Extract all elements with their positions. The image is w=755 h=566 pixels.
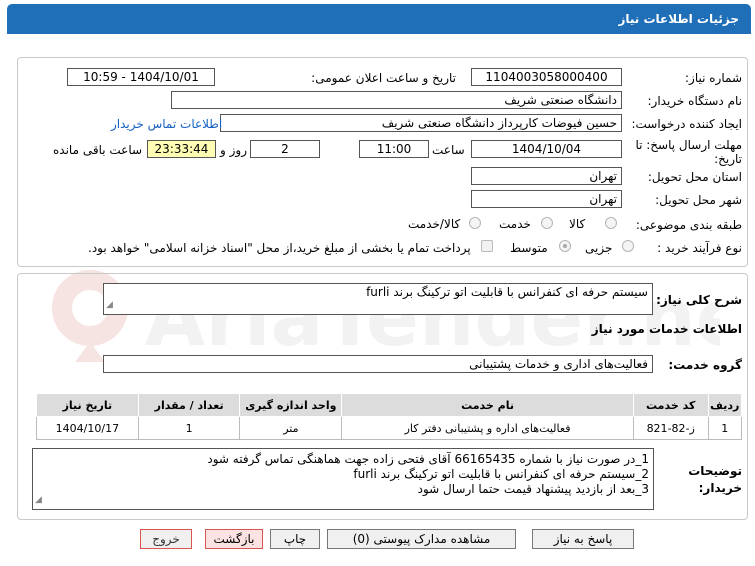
exit-button[interactable]: خروج — [140, 529, 192, 549]
time-remaining-field: 23:33:44 — [147, 140, 216, 158]
cell-service-name: فعالیت‌های اداره و پشتیبانی دفتر کار — [341, 416, 634, 440]
col-row: ردیف — [707, 393, 743, 417]
deadline-time-field: 11:00 — [359, 140, 429, 158]
deadline-label: مهلت ارسال پاسخ: تا تاریخ: — [635, 138, 742, 166]
process-medium-radio[interactable] — [559, 240, 571, 252]
summary-label: شرح کلی نیاز: — [656, 293, 742, 307]
summary-field: سیستم حرفه ای کنفرانس با قابلیت اتو ترکی… — [103, 283, 653, 315]
buyer-org-field: دانشگاه صنعتی شریف — [171, 91, 622, 109]
city-label: شهر محل تحویل: — [655, 193, 742, 207]
process-medium-label: متوسط — [510, 241, 548, 255]
page-title-bar: جزئیات اطلاعات نیاز — [7, 4, 751, 34]
days-label: روز و — [220, 143, 247, 157]
city-field: تهران — [471, 190, 622, 208]
table-row: 1 ز-82-821 فعالیت‌های اداره و پشتیبانی د… — [36, 416, 743, 440]
page-title: جزئیات اطلاعات نیاز — [618, 12, 739, 26]
reply-button[interactable]: پاسخ به نیاز — [532, 529, 634, 549]
table-header-row: ردیف کد خدمت نام خدمت واحد اندازه گیری ت… — [36, 393, 743, 417]
cell-need-date: 1404/10/17 — [36, 416, 139, 440]
view-attachments-button[interactable]: مشاهده مدارک پیوستی (0) — [327, 529, 516, 549]
process-small-radio[interactable] — [622, 240, 634, 252]
buyer-notes-label: توضیحات خریدار: — [688, 464, 742, 495]
col-unit: واحد اندازه گیری — [239, 393, 343, 417]
announce-date-field: 1404/10/01 - 10:59 — [67, 68, 215, 86]
col-service-name: نام خدمت — [341, 393, 634, 417]
buyer-notes-field: 1_در صورت نیاز با شماره 66165435 آقای فت… — [32, 448, 654, 510]
treasury-payment-checkbox[interactable] — [481, 240, 493, 252]
col-need-date: تاریخ نیاز — [36, 393, 139, 417]
process-small-label: جزیی — [585, 241, 613, 255]
province-label: استان محل تحویل: — [647, 170, 742, 184]
buyer-org-label: نام دستگاه خریدار: — [647, 94, 743, 108]
treasury-payment-note: پرداخت تمام یا بخشی از مبلغ خرید،از محل … — [88, 241, 471, 255]
category-label: طبقه بندی موضوعی: — [635, 218, 742, 232]
category-service-radio[interactable] — [541, 217, 553, 229]
note-line: 2_سیستم حرفه ای کنفرانس با قابلیت اتو تر… — [353, 467, 649, 481]
category-service-label: خدمت — [499, 217, 531, 231]
cell-quantity: 1 — [137, 416, 241, 440]
resize-grip-icon: ◢ — [106, 300, 113, 310]
need-number-field: 1104003058000400 — [471, 68, 622, 86]
back-button[interactable]: بازگشت — [205, 529, 263, 549]
service-group-field: فعالیت‌های اداری و خدمات پشتیبانی — [103, 355, 653, 373]
deadline-date-field: 1404/10/04 — [471, 140, 622, 158]
col-quantity: تعداد / مقدار — [137, 393, 241, 417]
creator-field: حسین فیوضات کارپرداز دانشگاه صنعتی شریف — [220, 114, 622, 132]
buyer-contact-link[interactable]: اطلاعات تماس خریدار — [111, 117, 222, 131]
deadline-time-label: ساعت — [432, 143, 465, 157]
resize-grip-icon: ◢ — [35, 495, 42, 505]
services-section-title: اطلاعات خدمات مورد نیاز — [591, 322, 742, 336]
creator-label: ایجاد کننده درخواست: — [631, 117, 742, 131]
services-table: ردیف کد خدمت نام خدمت واحد اندازه گیری ت… — [36, 393, 743, 440]
province-field: تهران — [471, 167, 622, 185]
category-goods-service-radio[interactable] — [469, 217, 481, 229]
col-service-code: کد خدمت — [632, 393, 709, 417]
category-goods-service-label: کالا/خدمت — [408, 217, 461, 231]
category-goods-radio[interactable] — [605, 217, 617, 229]
service-group-label: گروه خدمت: — [668, 358, 742, 372]
print-button[interactable]: چاپ — [270, 529, 320, 549]
category-goods-label: کالا — [569, 217, 586, 231]
need-number-label: شماره نیاز: — [685, 71, 742, 85]
summary-text: سیستم حرفه ای کنفرانس با قابلیت اتو ترکی… — [366, 285, 648, 299]
days-remaining-field: 2 — [250, 140, 320, 158]
note-line: 3_بعد از بازدید پیشنهاد قیمت حتما ارسال … — [417, 482, 649, 496]
cell-service-code: ز-82-821 — [632, 416, 709, 440]
cell-row: 1 — [707, 416, 743, 440]
announce-date-label: تاریخ و ساعت اعلان عمومی: — [311, 71, 456, 85]
time-remaining-label: ساعت باقی مانده — [53, 143, 143, 157]
cell-unit: متر — [239, 416, 343, 440]
note-line: 1_در صورت نیاز با شماره 66165435 آقای فت… — [207, 452, 649, 466]
process-type-label: نوع فرآیند خرید : — [657, 241, 742, 255]
